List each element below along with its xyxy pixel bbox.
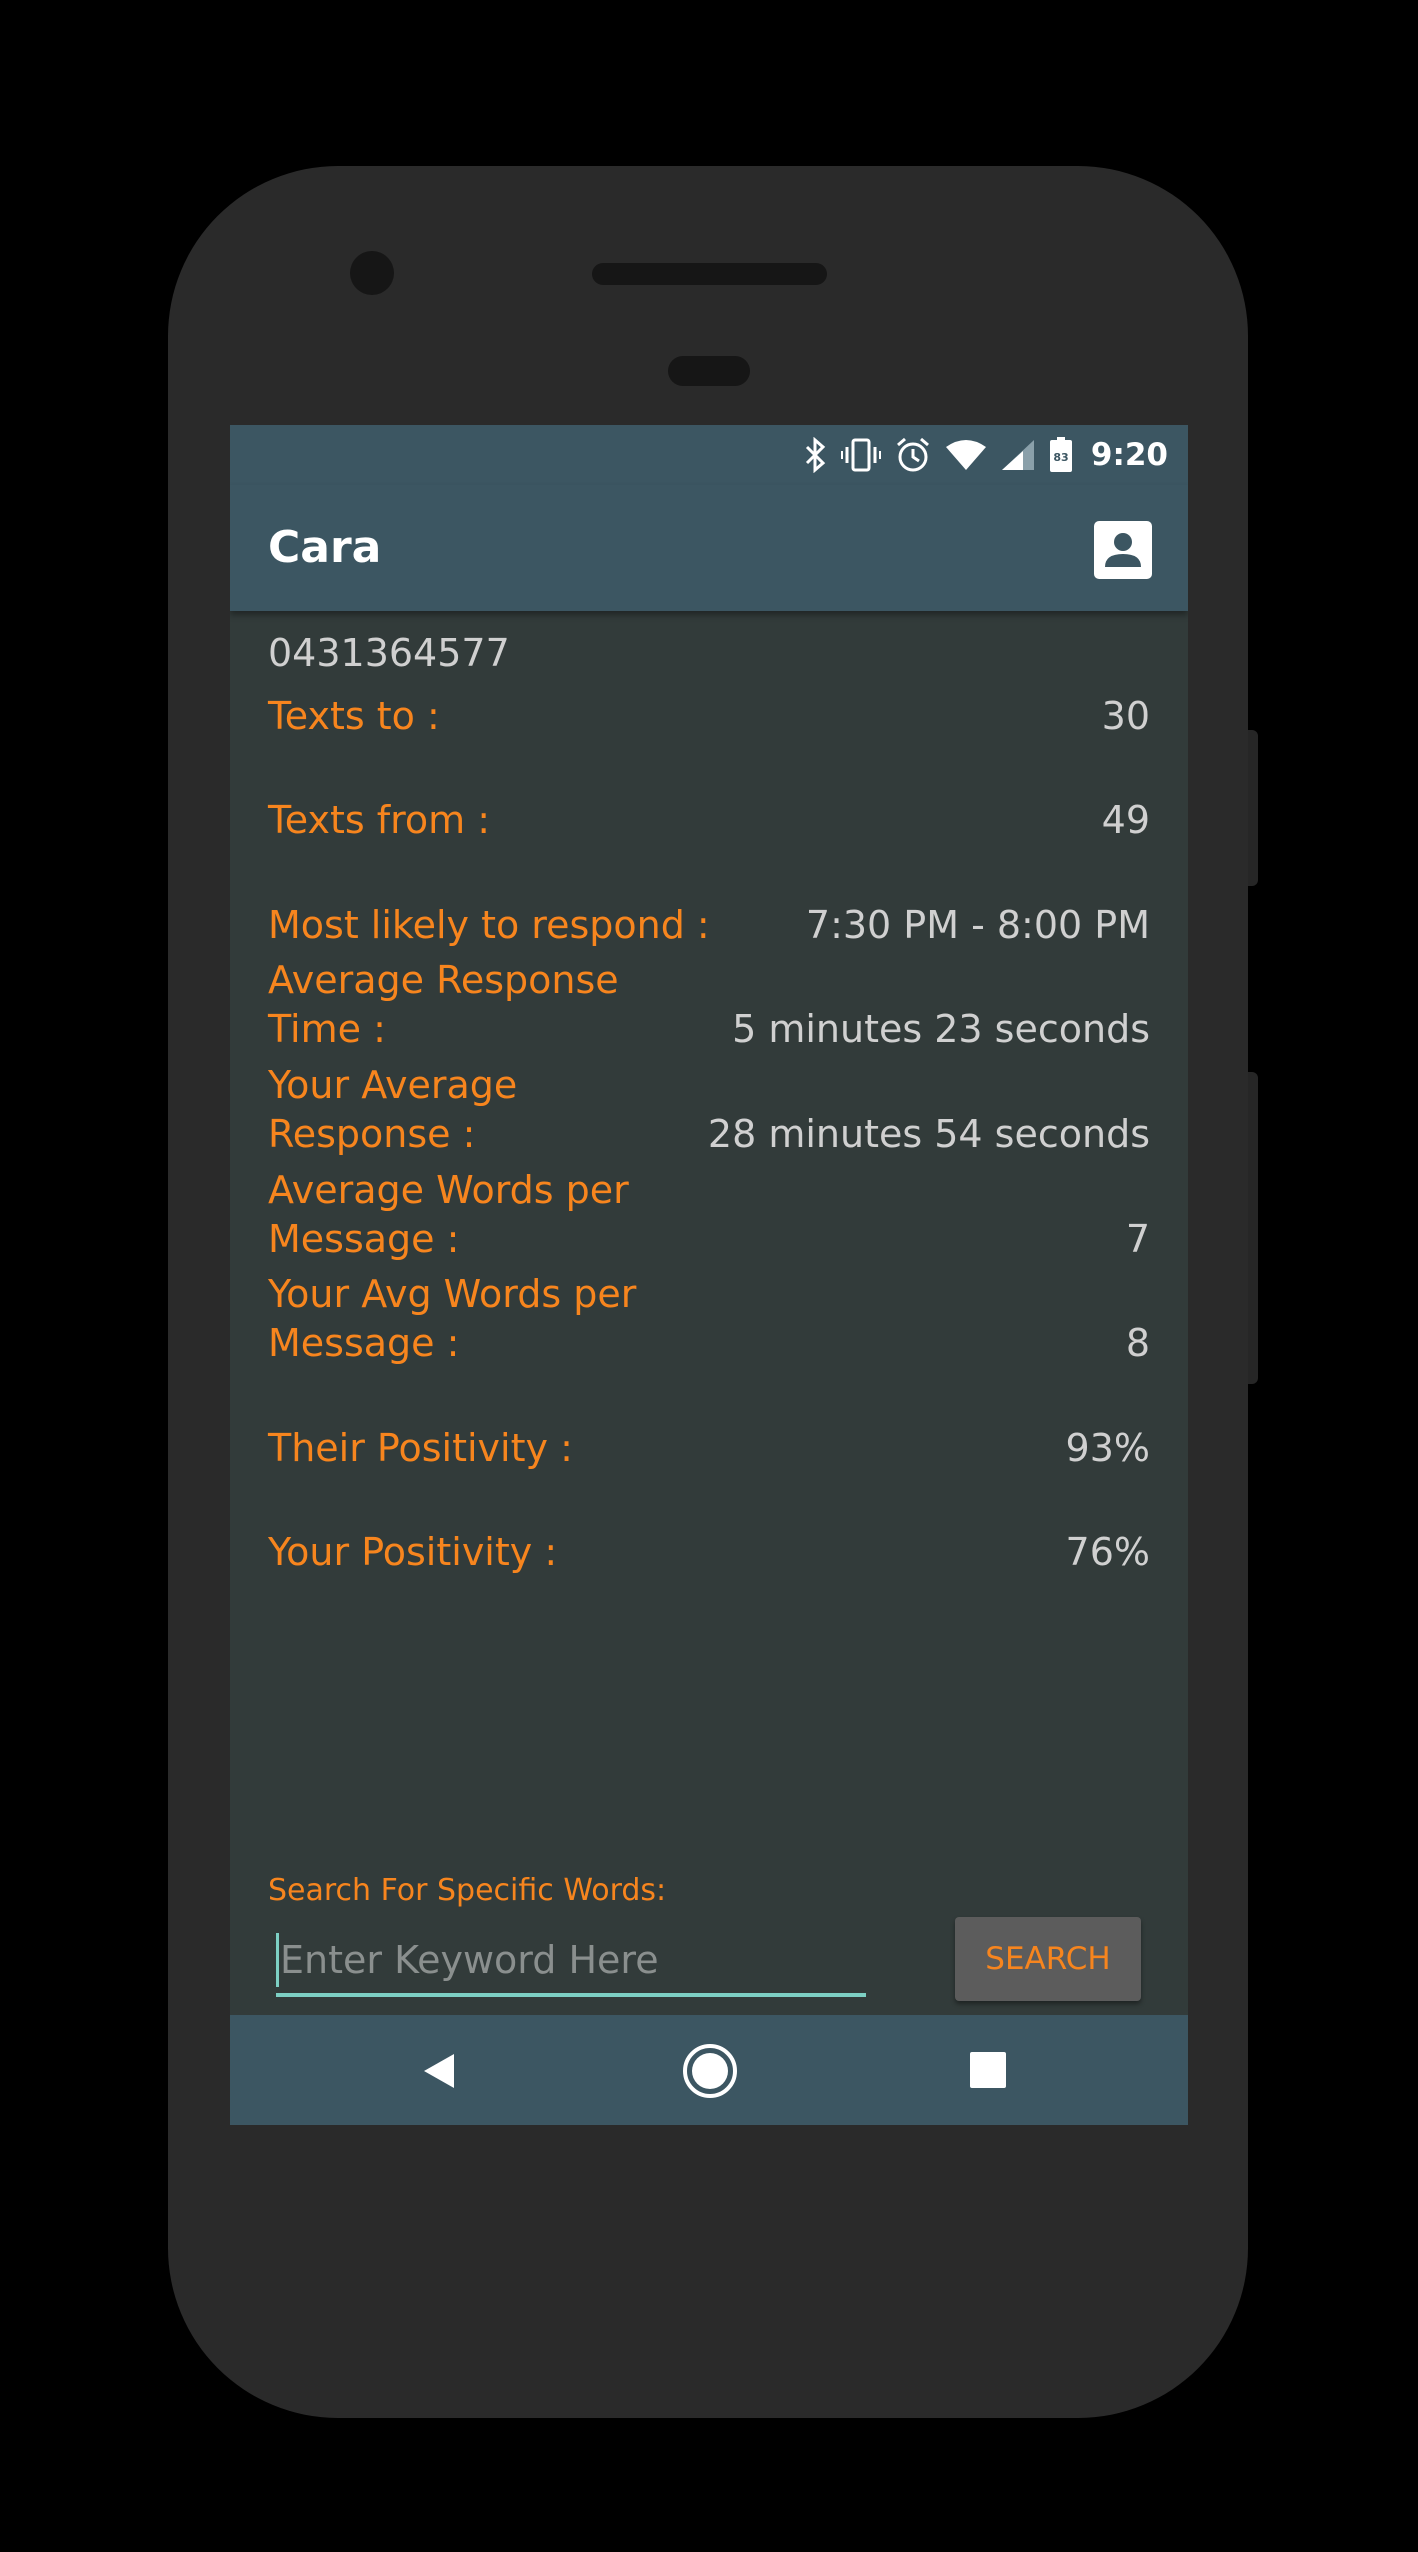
stat-label: Texts from :: [268, 798, 491, 842]
bluetooth-icon: [805, 437, 826, 473]
front-camera: [350, 251, 394, 295]
stat-row-texts-to: Texts to : 30: [268, 637, 1150, 741]
home-button[interactable]: [682, 2043, 738, 2099]
vibrate-icon: [840, 438, 881, 472]
recents-button[interactable]: [970, 2052, 1006, 2088]
stat-label: Your Avg Words per Message :: [268, 1272, 637, 1365]
stat-row-your-avg-response: Your Average Response : 28 minutes 54 se…: [268, 1055, 1150, 1159]
power-button: [1248, 730, 1258, 886]
stat-row-avg-words: Average Words per Message : 7: [268, 1160, 1150, 1264]
wifi-icon: [945, 440, 986, 470]
stat-value: 49: [1101, 798, 1150, 842]
stat-label: Texts to :: [268, 694, 440, 738]
app-bar: Cara: [230, 485, 1188, 611]
stat-label: Average Words per Message :: [268, 1168, 629, 1261]
status-time: 9:20: [1090, 437, 1168, 473]
proximity-sensor: [668, 356, 750, 386]
stat-value: 28 minutes 54 seconds: [707, 1112, 1150, 1156]
stat-value: 30: [1101, 694, 1150, 738]
volume-button: [1248, 1072, 1258, 1384]
back-button[interactable]: [418, 2050, 460, 2092]
search-button[interactable]: SEARCH: [955, 1917, 1141, 2001]
battery-icon: 83: [1049, 437, 1072, 472]
contact-card-button[interactable]: [1094, 521, 1152, 579]
stat-row-your-avg-words: Your Avg Words per Message : 8: [268, 1264, 1150, 1368]
recents-icon: [970, 2052, 1006, 2088]
stat-label: Most likely to respond :: [268, 903, 710, 947]
stat-value: 7:30 PM - 8:00 PM: [805, 903, 1150, 947]
stat-label: Your Positivity :: [268, 1530, 558, 1574]
stat-row-their-positivity: Their Positivity : 93%: [268, 1369, 1150, 1473]
stat-value: 93%: [1065, 1426, 1150, 1470]
stat-row-avg-response-time: Average Response Time : 5 minutes 23 sec…: [268, 950, 1150, 1054]
home-icon: [683, 2044, 737, 2098]
earpiece-speaker: [592, 263, 827, 285]
back-icon: [424, 2054, 454, 2088]
stat-value: 76%: [1065, 1530, 1150, 1574]
stat-value: 8: [1125, 1321, 1150, 1365]
status-icons: 83 9:20: [805, 433, 1168, 477]
text-cursor: [276, 1933, 279, 1987]
stat-value: 5 minutes 23 seconds: [732, 1007, 1150, 1051]
app-title: Cara: [268, 522, 382, 573]
stat-label: Your Average Response :: [268, 1063, 518, 1156]
stat-value: 7: [1125, 1217, 1150, 1261]
alarm-icon: [896, 437, 929, 472]
stat-row-your-positivity: Your Positivity : 76%: [268, 1473, 1150, 1577]
stat-row-texts-from: Texts from : 49: [268, 741, 1150, 845]
screen: 83 9:20 Cara 0431364577 Texts to : 30 Te…: [230, 425, 1188, 2125]
keyword-search-input[interactable]: [276, 1927, 866, 1997]
system-nav-bar: [230, 2015, 1188, 2125]
search-label: Search For Specific Words:: [268, 1873, 667, 1908]
svg-text:83: 83: [1053, 451, 1068, 464]
cell-signal-icon: [1001, 440, 1034, 470]
stat-label: Their Positivity :: [268, 1426, 573, 1470]
stat-row-likely-respond: Most likely to respond : 7:30 PM - 8:00 …: [268, 846, 1150, 950]
stat-label: Average Response Time :: [268, 958, 619, 1051]
status-bar: 83 9:20: [230, 425, 1188, 485]
contact-card-icon: [1094, 521, 1152, 579]
